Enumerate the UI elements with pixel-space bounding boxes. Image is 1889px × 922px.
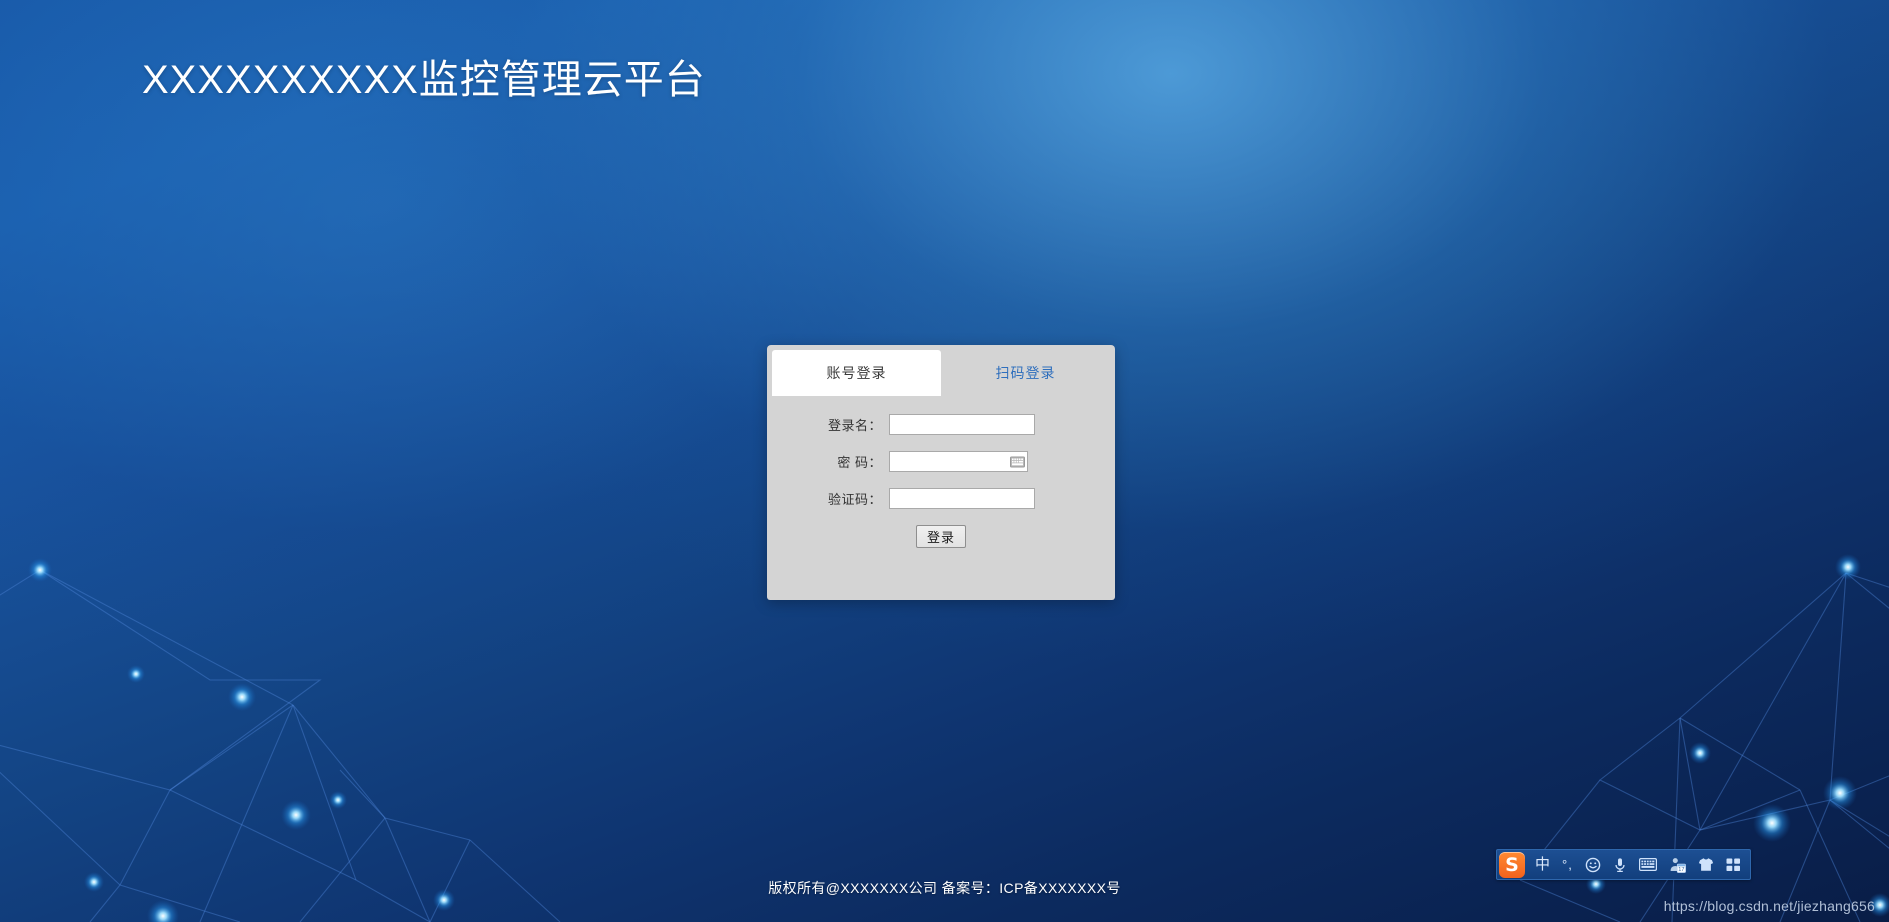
chinese-mode-icon[interactable]: 中 (1529, 853, 1556, 877)
captcha-input[interactable] (889, 488, 1035, 509)
tshirt-icon[interactable] (1692, 853, 1720, 877)
microphone-icon[interactable] (1607, 853, 1633, 877)
captcha-label: 验证码： (827, 492, 882, 507)
calendar-day-number: 17 (1678, 867, 1684, 873)
password-label: 密 码： (837, 455, 882, 470)
watermark-url: https://blog.csdn.net/jiezhang656 (1663, 898, 1875, 914)
username-field-wrap (889, 414, 1035, 435)
login-tabs: 账号登录 扫码登录 (772, 350, 1110, 396)
sogou-logo-icon[interactable]: S (1499, 851, 1525, 878)
punctuation-mode-icon[interactable]: °, (1556, 853, 1579, 877)
captcha-field-wrap (889, 488, 1035, 509)
form-row-captcha: 验证码： (767, 488, 1115, 509)
login-form: 登录名： 密 码： 验证码： 登录 (767, 396, 1115, 548)
keyboard-icon[interactable] (1010, 456, 1025, 467)
tab-account-login-label: 账号登录 (826, 365, 887, 381)
calendar-icon[interactable]: 17 (1663, 853, 1692, 877)
password-field-wrap (889, 451, 1028, 472)
footer-copyright: 版权所有@XXXXXXX公司 备案号：ICP备XXXXXXX号 (768, 880, 1121, 896)
soft-keyboard-icon[interactable] (1633, 853, 1663, 877)
form-row-username: 登录名： (767, 414, 1115, 435)
tab-qrcode-login[interactable]: 扫码登录 (941, 350, 1110, 396)
login-card: 账号登录 扫码登录 登录名： 密 码： 验证码： 登录 (767, 345, 1115, 600)
login-button-row: 登录 (767, 525, 1115, 548)
login-page: XXXXXXXXXX监控管理云平台 账号登录 扫码登录 登录名： 密 码： 验证… (0, 0, 1889, 922)
tab-qrcode-login-label: 扫码登录 (995, 365, 1056, 381)
form-row-password: 密 码： (767, 451, 1115, 472)
tab-account-login[interactable]: 账号登录 (772, 350, 941, 396)
username-label: 登录名： (827, 418, 882, 433)
username-input[interactable] (889, 414, 1035, 435)
login-submit-button[interactable]: 登录 (915, 525, 966, 548)
ime-toolbar[interactable]: S 中 °, 17 (1496, 849, 1751, 880)
grid-apps-icon[interactable] (1720, 853, 1747, 877)
page-title: XXXXXXXXXX监控管理云平台 (142, 57, 706, 102)
smiley-icon[interactable] (1579, 853, 1607, 877)
password-input[interactable] (889, 451, 1028, 472)
